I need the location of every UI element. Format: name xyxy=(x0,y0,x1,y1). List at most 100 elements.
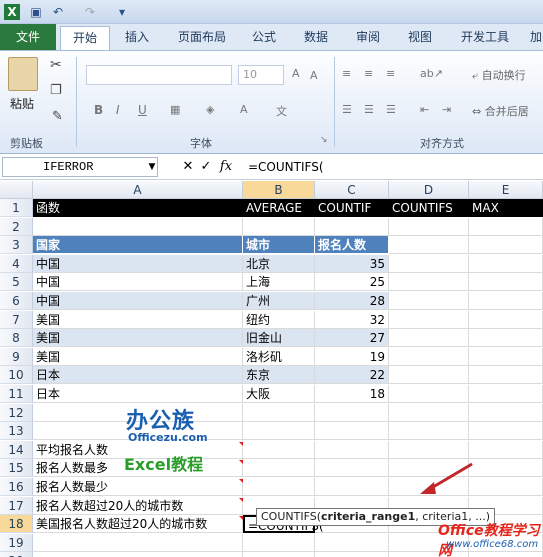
function-header-cell[interactable]: 函数 xyxy=(33,199,243,217)
comment-indicator-icon[interactable] xyxy=(239,516,243,521)
row-header[interactable]: 9 xyxy=(0,347,33,366)
align-top-icon[interactable]: ≡ xyxy=(342,67,351,80)
cell[interactable] xyxy=(315,533,389,552)
cell[interactable] xyxy=(469,366,543,385)
save-icon[interactable]: ▣ xyxy=(28,4,44,20)
row-header[interactable]: 8 xyxy=(0,329,33,348)
fill-color-icon[interactable]: ◈ xyxy=(206,103,214,116)
grow-font-icon[interactable]: A xyxy=(292,67,300,80)
cancel-icon[interactable]: ✕ xyxy=(180,158,196,176)
column-header-d[interactable]: D xyxy=(389,181,469,199)
tab-file[interactable]: 文件 xyxy=(0,24,56,50)
row-header[interactable]: 6 xyxy=(0,292,33,310)
table-data-cell[interactable]: 28 xyxy=(315,292,389,310)
paste-button-label[interactable]: 粘贴 xyxy=(10,95,34,112)
paste-icon[interactable] xyxy=(8,57,38,91)
orientation-icon[interactable]: ab↗ xyxy=(420,67,443,80)
align-middle-icon[interactable]: ≡ xyxy=(364,67,373,80)
table-data-cell[interactable]: 美国 xyxy=(33,310,243,329)
cell[interactable] xyxy=(315,422,389,441)
table-data-cell[interactable]: 上海 xyxy=(243,273,315,292)
cell[interactable] xyxy=(469,459,543,478)
row-header[interactable]: 19 xyxy=(0,533,33,552)
comment-indicator-icon[interactable] xyxy=(239,441,243,446)
row-header[interactable]: 17 xyxy=(0,496,33,515)
tooltip-current-arg[interactable]: criteria_range1 xyxy=(321,510,415,523)
cell[interactable] xyxy=(315,552,389,557)
cell[interactable] xyxy=(469,403,543,422)
cell[interactable] xyxy=(243,552,315,557)
font-name-combo[interactable] xyxy=(86,65,232,85)
table-data-cell[interactable]: 广州 xyxy=(243,292,315,310)
table-data-cell[interactable]: 大阪 xyxy=(243,385,315,403)
align-bottom-icon[interactable]: ≡ xyxy=(386,67,395,80)
row-header[interactable]: 18 xyxy=(0,515,33,534)
cell[interactable] xyxy=(243,403,315,422)
function-header-cell[interactable]: COUNTIFS xyxy=(389,199,469,217)
row-header[interactable]: 14 xyxy=(0,440,33,459)
table-data-cell[interactable]: 美国 xyxy=(33,347,243,366)
function-header-cell[interactable]: MAX xyxy=(469,199,543,217)
table-header-cell[interactable]: 城市 xyxy=(243,236,315,255)
bold-icon[interactable]: B xyxy=(94,103,103,117)
table-data-cell[interactable]: 25 xyxy=(315,273,389,292)
cell[interactable] xyxy=(469,217,543,236)
cell[interactable] xyxy=(389,422,469,441)
table-data-cell[interactable]: 18 xyxy=(315,385,389,403)
cell[interactable] xyxy=(243,459,315,478)
shrink-font-icon[interactable]: A xyxy=(310,69,318,82)
question-cell[interactable]: 报名人数超过20人的城市数 xyxy=(33,496,243,515)
column-header-e[interactable]: E xyxy=(469,181,543,199)
decrease-indent-icon[interactable]: ⇤ xyxy=(420,103,429,116)
cell[interactable] xyxy=(243,533,315,552)
row-header[interactable]: 16 xyxy=(0,478,33,496)
format-painter-icon[interactable]: ✎ xyxy=(52,109,63,124)
cell[interactable] xyxy=(315,478,389,496)
cell[interactable] xyxy=(389,403,469,422)
row-header[interactable]: 5 xyxy=(0,273,33,292)
tab-formulas[interactable]: 公式 xyxy=(242,24,286,50)
table-data-cell[interactable]: 中国 xyxy=(33,254,243,273)
table-data-cell[interactable]: 纽约 xyxy=(243,310,315,329)
tab-insert[interactable]: 插入 xyxy=(114,24,160,50)
cell[interactable] xyxy=(389,254,469,273)
cut-icon[interactable]: ✂ xyxy=(50,57,62,73)
cell[interactable] xyxy=(469,329,543,348)
cell[interactable] xyxy=(33,533,243,552)
cell[interactable] xyxy=(469,440,543,459)
cell[interactable] xyxy=(469,310,543,329)
table-data-cell[interactable]: 32 xyxy=(315,310,389,329)
cell[interactable] xyxy=(243,217,315,236)
cell[interactable] xyxy=(315,403,389,422)
cell[interactable] xyxy=(389,310,469,329)
cell[interactable] xyxy=(469,236,543,255)
font-color-icon[interactable]: A xyxy=(240,103,248,116)
tab-home[interactable]: 开始 xyxy=(60,26,110,50)
undo-icon[interactable]: ↶ xyxy=(50,4,66,20)
table-data-cell[interactable]: 北京 xyxy=(243,254,315,273)
table-data-cell[interactable]: 19 xyxy=(315,347,389,366)
row-header[interactable]: 10 xyxy=(0,366,33,385)
font-size-combo[interactable]: 10 xyxy=(238,65,284,85)
cell[interactable] xyxy=(469,347,543,366)
merge-center-button[interactable]: ⇔ 合并后居 xyxy=(472,103,529,119)
cell[interactable] xyxy=(389,440,469,459)
tab-page-layout[interactable]: 页面布局 xyxy=(168,24,236,50)
font-dialog-launcher-icon[interactable]: ↘ xyxy=(320,135,328,145)
underline-icon[interactable]: U xyxy=(138,103,147,117)
copy-icon[interactable]: ❐ xyxy=(50,83,62,98)
formula-input[interactable]: =COUNTIFS( xyxy=(244,157,541,177)
comment-indicator-icon[interactable] xyxy=(239,497,243,502)
table-data-cell[interactable]: 洛杉矶 xyxy=(243,347,315,366)
question-cell[interactable]: 美国报名人数超过20人的城市数 xyxy=(33,515,243,534)
cell[interactable] xyxy=(243,440,315,459)
row-header[interactable]: 1 xyxy=(0,199,33,217)
name-box-dropdown-icon[interactable]: ▼ xyxy=(144,158,160,176)
cell[interactable] xyxy=(243,422,315,441)
customize-qat-icon[interactable]: ▾ xyxy=(114,4,130,20)
cell[interactable] xyxy=(315,459,389,478)
align-left-icon[interactable]: ☰ xyxy=(342,103,352,116)
cell[interactable] xyxy=(469,422,543,441)
cell[interactable] xyxy=(469,254,543,273)
row-header[interactable]: 2 xyxy=(0,217,33,236)
